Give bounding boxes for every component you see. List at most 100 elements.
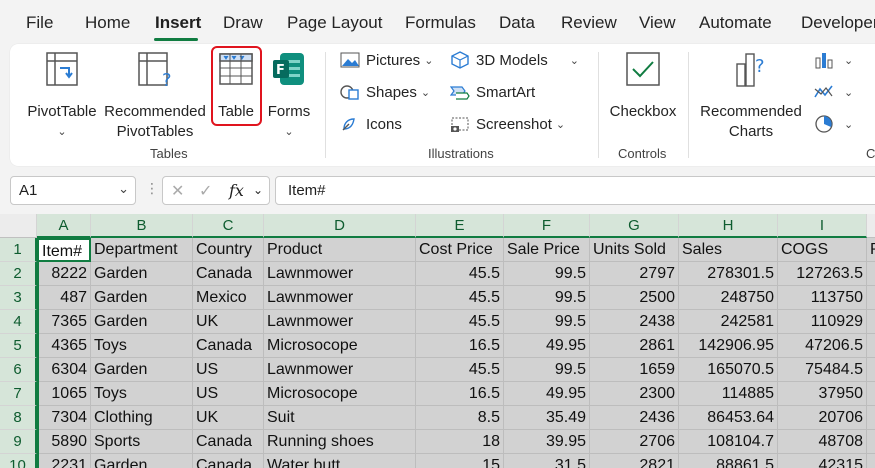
pictures-button[interactable]: Pictures ⌄ [340,51,433,69]
table-cell[interactable]: Canada [193,334,264,358]
header-cell[interactable]: Sale Price [504,238,590,262]
table-cell[interactable]: 7365 [37,310,91,334]
tab-file[interactable]: File [26,13,53,33]
table-cell[interactable]: 114885 [679,382,778,406]
table-cell[interactable]: 127263.5 [778,262,867,286]
line-chart-button[interactable]: ⌄ [814,83,853,101]
table-cell[interactable]: US [193,358,264,382]
pivottable-button[interactable]: PivotTable ⌄ [26,50,98,142]
table-cell[interactable]: Microsocope [264,382,416,406]
table-cell[interactable]: 1065 [37,382,91,406]
table-cell[interactable] [867,286,875,310]
header-cell[interactable]: Department [91,238,193,262]
table-cell[interactable]: 48708 [778,430,867,454]
table-cell[interactable]: 99.5 [504,310,590,334]
row-header[interactable]: 8 [0,406,37,430]
table-cell[interactable]: 45.5 [416,286,504,310]
table-cell[interactable]: Lawnmower [264,358,416,382]
table-cell[interactable]: 15 [416,454,504,468]
active-cell[interactable]: Item# [37,238,91,262]
table-cell[interactable]: 8222 [37,262,91,286]
table-cell[interactable]: Lawnmower [264,262,416,286]
recommended-charts-button[interactable]: ? Recommended Charts [698,50,804,142]
table-cell[interactable]: 113750 [778,286,867,310]
table-cell[interactable]: 49.95 [504,382,590,406]
table-cell[interactable]: 20706 [778,406,867,430]
table-cell[interactable]: UK [193,310,264,334]
table-cell[interactable]: 31.5 [504,454,590,468]
table-cell[interactable]: 99.5 [504,358,590,382]
tab-view[interactable]: View [639,13,676,33]
row-header[interactable]: 2 [0,262,37,286]
table-cell[interactable] [867,406,875,430]
tab-data[interactable]: Data [499,13,535,33]
table-cell[interactable]: US [193,382,264,406]
table-cell[interactable]: Water butt [264,454,416,468]
table-cell[interactable]: Garden [91,310,193,334]
table-cell[interactable]: 5890 [37,430,91,454]
table-cell[interactable]: 242581 [679,310,778,334]
table-cell[interactable]: Running shoes [264,430,416,454]
table-cell[interactable]: 142906.95 [679,334,778,358]
tab-review[interactable]: Review [561,13,617,33]
header-cell[interactable]: Units Sold [590,238,679,262]
table-cell[interactable]: 37950 [778,382,867,406]
select-all-corner[interactable] [0,214,37,238]
table-cell[interactable]: 2861 [590,334,679,358]
smartart-button[interactable]: SmartArt [450,83,535,101]
table-cell[interactable] [867,262,875,286]
row-header[interactable]: 6 [0,358,37,382]
cancel-icon[interactable]: ✕ [171,181,184,201]
insert-function-icon[interactable]: fx [229,181,244,200]
table-cell[interactable]: 2821 [590,454,679,468]
chevron-down-icon[interactable]: ⌄ [118,181,129,197]
column-header[interactable]: I [778,214,867,238]
table-cell[interactable] [867,310,875,334]
icons-button[interactable]: Icons [340,115,402,133]
formula-input[interactable]: Item# [275,176,875,205]
table-cell[interactable]: 39.95 [504,430,590,454]
table-cell[interactable]: Canada [193,262,264,286]
table-cell[interactable]: 2797 [590,262,679,286]
row-header[interactable]: 7 [0,382,37,406]
table-cell[interactable] [867,454,875,468]
table-cell[interactable]: UK [193,406,264,430]
table-cell[interactable]: 248750 [679,286,778,310]
column-header[interactable]: B [91,214,193,238]
table-cell[interactable]: 16.5 [416,382,504,406]
table-cell[interactable] [867,358,875,382]
table-cell[interactable]: 1659 [590,358,679,382]
table-cell[interactable]: Mexico [193,286,264,310]
3d-models-button[interactable]: 3D Models ⌄ [450,51,579,69]
header-cell[interactable]: P [867,238,875,262]
row-header[interactable]: 9 [0,430,37,454]
pie-chart-button[interactable]: ⌄ [814,115,853,133]
table-cell[interactable]: 2438 [590,310,679,334]
screenshot-button[interactable]: Screenshot ⌄ [450,115,565,133]
column-header[interactable]: E [416,214,504,238]
header-cell[interactable]: Sales [679,238,778,262]
table-cell[interactable]: 45.5 [416,358,504,382]
column-header[interactable]: C [193,214,264,238]
table-cell[interactable]: 487 [37,286,91,310]
recommended-pivottables-button[interactable]: ? Recommended PivotTables [102,50,208,142]
table-cell[interactable]: 6304 [37,358,91,382]
table-cell[interactable]: Garden [91,286,193,310]
table-cell[interactable]: 8.5 [416,406,504,430]
table-cell[interactable]: 110929 [778,310,867,334]
table-cell[interactable]: 16.5 [416,334,504,358]
tab-page-layout[interactable]: Page Layout [287,13,382,33]
table-cell[interactable]: 2500 [590,286,679,310]
table-cell[interactable]: 2300 [590,382,679,406]
table-cell[interactable]: Canada [193,430,264,454]
tab-automate[interactable]: Automate [699,13,772,33]
column-header[interactable]: H [679,214,778,238]
table-cell[interactable]: 49.95 [504,334,590,358]
column-header[interactable]: F [504,214,590,238]
table-cell[interactable]: 88861.5 [679,454,778,468]
table-cell[interactable]: 108104.7 [679,430,778,454]
table-cell[interactable]: 18 [416,430,504,454]
table-cell[interactable] [867,430,875,454]
tab-insert[interactable]: Insert [155,13,201,33]
row-header[interactable]: 10 [0,454,37,468]
